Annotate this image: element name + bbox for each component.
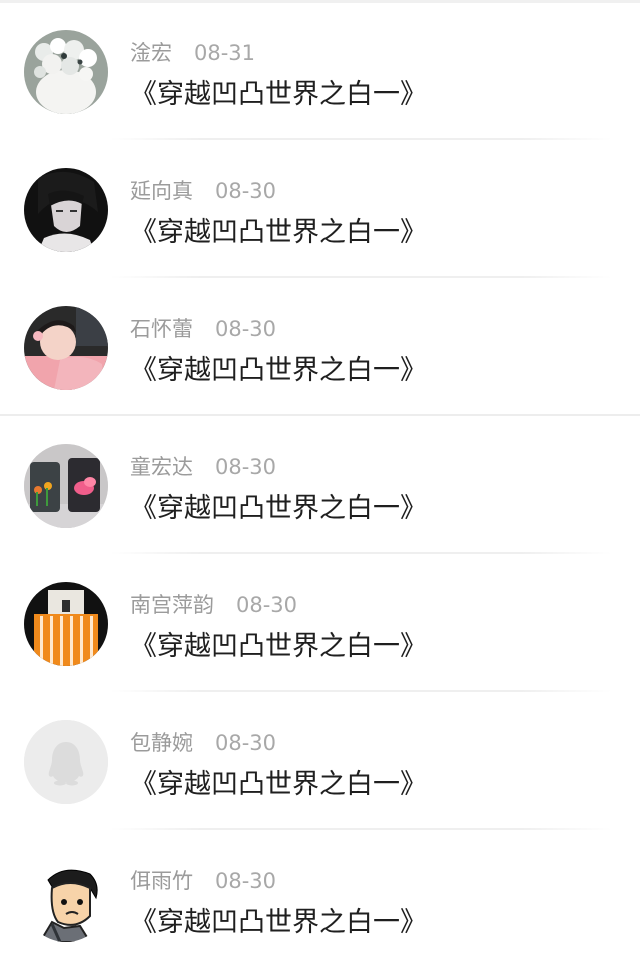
girl-pink-avatar-icon — [24, 306, 108, 390]
comment-item[interactable]: 淦宏 08-31 《穿越凹凸世界之白一》 — [0, 2, 640, 140]
comment-text: 《穿越凹凸世界之白一》 — [130, 217, 427, 248]
avatar[interactable] — [24, 858, 108, 942]
commenter-name[interactable]: 包静婉 — [130, 731, 193, 755]
comment-text: 《穿越凹凸世界之白一》 — [130, 631, 427, 662]
avatar[interactable] — [24, 720, 108, 804]
commenter-name[interactable]: 南宫萍韵 — [130, 593, 214, 617]
avatar[interactable] — [24, 582, 108, 666]
comment-text: 《穿越凹凸世界之白一》 — [130, 493, 427, 524]
default-penguin-avatar-icon — [24, 720, 108, 804]
commenter-name[interactable]: 淦宏 — [130, 41, 172, 65]
comment-item[interactable]: 延向真 08-30 《穿越凹凸世界之白一》 — [0, 140, 640, 278]
comment-meta: 南宫萍韵 08-30 — [130, 590, 297, 620]
painted-jars-avatar-icon — [24, 444, 108, 528]
avatar[interactable] — [24, 306, 108, 390]
comment-date: 08-30 — [236, 593, 298, 617]
commenter-name[interactable]: 佴雨竹 — [130, 869, 193, 893]
avatar[interactable] — [24, 444, 108, 528]
comment-text: 《穿越凹凸世界之白一》 — [130, 907, 427, 938]
comment-item[interactable]: 童宏达 08-30 《穿越凹凸世界之白一》 — [0, 416, 640, 554]
commenter-name[interactable]: 延向真 — [130, 179, 193, 203]
comment-meta: 淦宏 08-31 — [130, 38, 255, 68]
comment-meta: 童宏达 08-30 — [130, 452, 276, 482]
comment-item[interactable]: 石怀蕾 08-30 《穿越凹凸世界之白一》 — [0, 278, 640, 416]
white-flowers-vase-avatar-icon — [24, 30, 108, 114]
comment-meta: 佴雨竹 08-30 — [130, 866, 276, 896]
comment-text: 《穿越凹凸世界之白一》 — [130, 79, 427, 110]
comment-text: 《穿越凹凸世界之白一》 — [130, 769, 427, 800]
comment-item[interactable]: 包静婉 08-30 《穿越凹凸世界之白一》 — [0, 692, 640, 830]
anime-boy-dark-avatar-icon — [24, 168, 108, 252]
comment-date: 08-30 — [215, 179, 277, 203]
comment-meta: 石怀蕾 08-30 — [130, 314, 276, 344]
comment-date: 08-30 — [215, 731, 277, 755]
comment-item[interactable]: 南宫萍韵 08-30 《穿越凹凸世界之白一》 — [0, 554, 640, 692]
cartoon-man-avatar-icon — [24, 858, 108, 942]
comment-date: 08-30 — [215, 455, 277, 479]
orange-bag-avatar-icon — [24, 582, 108, 666]
comment-meta: 延向真 08-30 — [130, 176, 276, 206]
comment-date: 08-30 — [215, 869, 277, 893]
commenter-name[interactable]: 石怀蕾 — [130, 317, 193, 341]
commenter-name[interactable]: 童宏达 — [130, 455, 193, 479]
comment-date: 08-30 — [215, 317, 277, 341]
avatar[interactable] — [24, 168, 108, 252]
comment-date: 08-31 — [194, 41, 256, 65]
comment-meta: 包静婉 08-30 — [130, 728, 276, 758]
avatar[interactable] — [24, 30, 108, 114]
comment-item[interactable]: 佴雨竹 08-30 《穿越凹凸世界之白一》 — [0, 830, 640, 968]
comment-text: 《穿越凹凸世界之白一》 — [130, 355, 427, 386]
